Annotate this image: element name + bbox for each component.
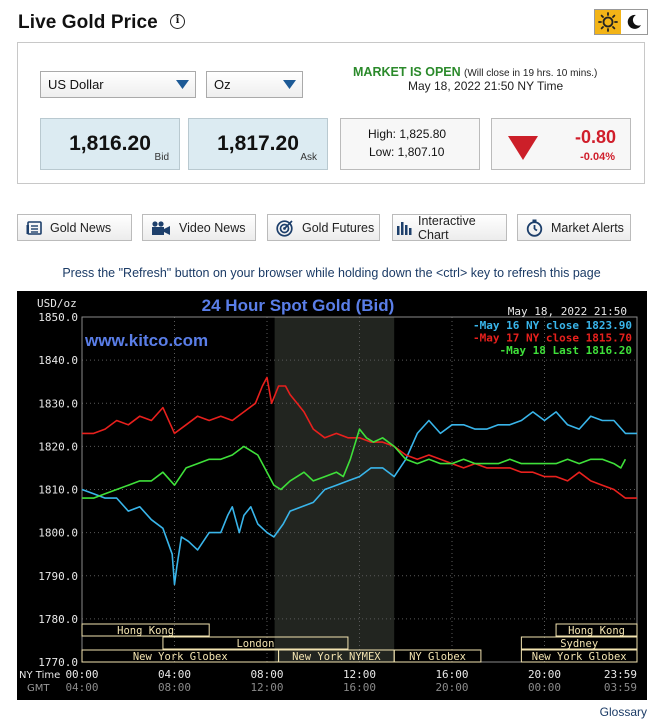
- down-arrow-icon: [508, 136, 538, 160]
- market-close-countdown: (Will close in 19 hrs. 10 mins.): [464, 68, 598, 79]
- gold-price-chart: 1850.0 1840.0 1830.0 1820.0 1810.0 1800.0 1790…: [17, 291, 647, 700]
- low-value: Low: 1,807.10: [369, 145, 445, 159]
- x-tick-label-ny: 00:00: [65, 668, 98, 681]
- video-camera-icon: [152, 220, 170, 235]
- session-label: Hong Kong: [117, 625, 174, 637]
- legend-entry: -May 18 Last 1816.20: [500, 344, 632, 357]
- x-tick-label-ny: 04:00: [158, 668, 191, 681]
- theme-toggle[interactable]: [594, 9, 648, 35]
- bid-price-box: 1,816.20 Bid: [40, 118, 180, 170]
- y-tick-label: 1850.0: [38, 311, 78, 324]
- glossary-link[interactable]: Glossary: [600, 705, 647, 719]
- currency-select[interactable]: US Dollar: [40, 71, 196, 98]
- refresh-notice: Press the "Refresh" button on your brows…: [62, 266, 601, 280]
- price-change-percent: -0.04%: [580, 151, 615, 163]
- y-axis-label: USD/oz: [37, 297, 77, 310]
- price-panel: US Dollar Oz MARKET IS OPEN (Will close …: [17, 42, 645, 184]
- gold-futures-button[interactable]: Gold Futures: [267, 214, 380, 241]
- session-label: New York NYMEX: [292, 651, 381, 663]
- chart-title: 24 Hour Spot Gold (Bid): [202, 296, 395, 315]
- x-tick-label-gmt: 00:00: [528, 681, 561, 694]
- ny-time-label: NY Time: [19, 670, 60, 681]
- interactive-chart-button[interactable]: Interactive Chart: [392, 213, 507, 242]
- interactive-chart-label: Interactive Chart: [418, 213, 476, 242]
- info-icon[interactable]: i: [170, 14, 185, 29]
- x-tick-label-gmt: 04:00: [65, 681, 98, 694]
- x-tick-label-gmt: 20:00: [435, 681, 468, 694]
- change-box: -0.80 -0.04%: [491, 118, 631, 170]
- y-tick-label: 1810.0: [38, 484, 78, 497]
- session-label: New York Globex: [133, 651, 228, 663]
- unit-select[interactable]: Oz: [206, 71, 303, 98]
- legend-entry: -May 16 NY close 1823.90: [473, 319, 632, 332]
- page-title: Live Gold Price: [18, 12, 158, 33]
- video-news-label: Video News: [179, 220, 246, 235]
- y-tick-label: 1830.0: [38, 397, 78, 410]
- x-tick-label-gmt: 08:00: [158, 681, 191, 694]
- stopwatch-icon: [526, 219, 543, 237]
- x-tick-label-gmt: 16:00: [343, 681, 376, 694]
- session-label: Sydney: [560, 638, 598, 650]
- session-label: New York Globex: [532, 651, 627, 663]
- gmt-label: GMT: [27, 683, 50, 694]
- unit-select-value: Oz: [214, 77, 231, 92]
- y-tick-label: 1790.0: [38, 570, 78, 583]
- chart-timestamp: May 18, 2022 21:50: [508, 305, 627, 318]
- gold-futures-label: Gold Futures: [302, 220, 375, 235]
- price-change: -0.80: [574, 127, 616, 147]
- target-icon: [276, 219, 293, 237]
- market-alerts-label: Market Alerts: [551, 220, 624, 235]
- x-tick-label-ny: 08:00: [250, 668, 283, 681]
- market-status: MARKET IS OPEN (Will close in 19 hrs. 10…: [353, 65, 598, 93]
- chart-watermark: www.kitco.com: [84, 331, 208, 350]
- gold-news-label: Gold News: [50, 220, 112, 235]
- x-tick-label-ny: 23:59: [604, 668, 637, 681]
- currency-select-value: US Dollar: [48, 77, 104, 92]
- moon-icon[interactable]: [621, 10, 647, 34]
- y-tick-label: 1780.0: [38, 613, 78, 626]
- newspaper-icon: [26, 220, 42, 235]
- chart-canvas: 1850.0 1840.0 1830.0 1820.0 1810.0 1800.0 1790…: [19, 296, 638, 694]
- gold-news-button[interactable]: Gold News: [17, 214, 132, 241]
- x-tick-label-gmt: 12:00: [250, 681, 283, 694]
- y-tick-label: 1840.0: [38, 354, 78, 367]
- market-time: May 18, 2022 21:50 NY Time: [408, 79, 564, 93]
- ask-label: Ask: [300, 152, 317, 163]
- session-label: NY Globex: [409, 651, 466, 663]
- x-tick-label-ny: 20:00: [528, 668, 561, 681]
- legend-entry: -May 17 NY close 1815.70: [473, 332, 632, 345]
- video-news-button[interactable]: Video News: [142, 214, 256, 241]
- chevron-down-icon[interactable]: [276, 72, 302, 97]
- sun-icon[interactable]: [595, 10, 622, 34]
- session-label: Hong Kong: [568, 625, 625, 637]
- bar-chart-icon: [397, 222, 412, 235]
- y-tick-label: 1800.0: [38, 527, 78, 540]
- bid-label: Bid: [154, 152, 169, 163]
- y-tick-label: 1820.0: [38, 440, 78, 453]
- market-open-label: MARKET IS OPEN: [353, 65, 461, 79]
- high-low-box: High: 1,825.80 Low: 1,807.10: [340, 118, 480, 170]
- x-tick-label-ny: 16:00: [435, 668, 468, 681]
- high-value: High: 1,825.80: [368, 127, 447, 141]
- x-tick-label-gmt: 03:59: [604, 681, 637, 694]
- market-alerts-button[interactable]: Market Alerts: [517, 214, 631, 241]
- ask-price-box: 1,817.20 Ask: [188, 118, 328, 170]
- x-tick-label-ny: 12:00: [343, 668, 376, 681]
- chevron-down-icon[interactable]: [169, 72, 195, 97]
- session-label: London: [236, 638, 274, 650]
